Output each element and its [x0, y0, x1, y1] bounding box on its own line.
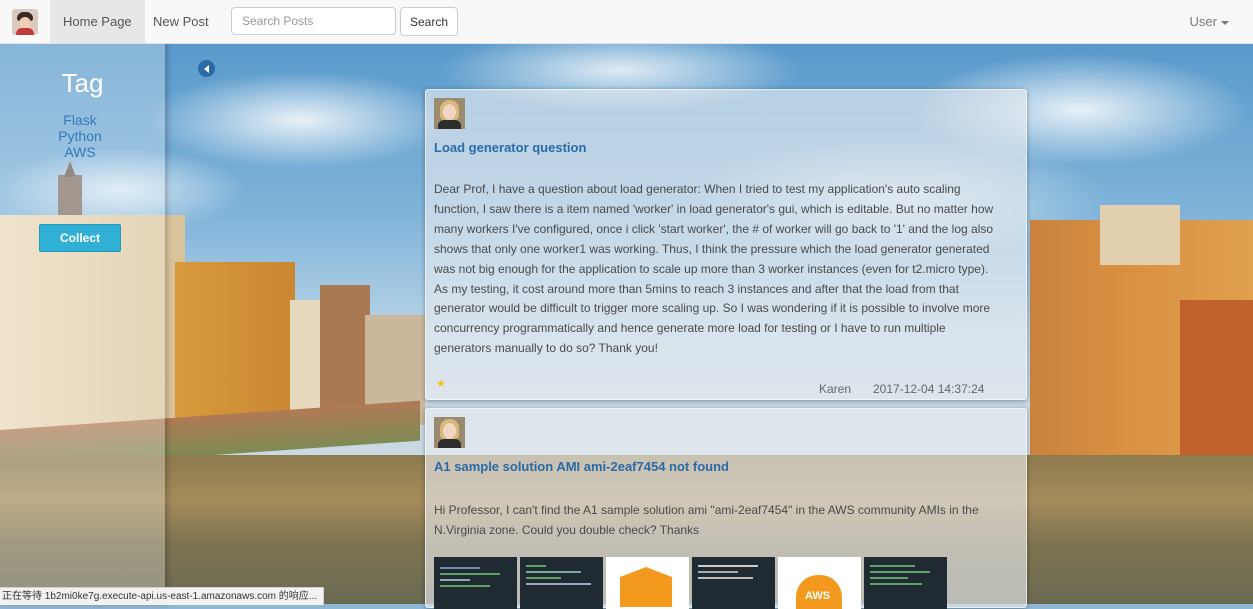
nav-new-post[interactable]: New Post: [140, 0, 222, 43]
author-avatar[interactable]: [434, 98, 465, 129]
post-body: Hi Professor, I can't find the A1 sample…: [434, 503, 979, 537]
tag-sidebar: Tag Flask Python AWS Collect: [0, 44, 165, 604]
search-button[interactable]: Search: [400, 7, 459, 36]
tag-link-flask[interactable]: Flask: [0, 112, 160, 128]
tag-link-python[interactable]: Python: [0, 128, 160, 144]
attachment-thumbnail[interactable]: [692, 557, 775, 609]
chevron-left-icon[interactable]: [198, 60, 215, 77]
star-icon[interactable]: ★: [436, 377, 446, 390]
user-label: User: [1189, 14, 1217, 29]
building: [1100, 205, 1180, 265]
post-card: Load generator question Dear Prof, I hav…: [425, 89, 1027, 400]
attachment-thumbnail[interactable]: [434, 557, 517, 609]
attachment-thumbnail[interactable]: AWS: [778, 557, 861, 609]
tag-list: Flask Python AWS: [0, 112, 160, 160]
browser-status-bar: 正在等待 1b2mi0ke7g.execute-api.us-east-1.am…: [0, 587, 325, 605]
attachment-thumbnail[interactable]: [864, 557, 947, 609]
tag-link-aws[interactable]: AWS: [0, 144, 160, 160]
avatar: [12, 8, 38, 35]
attachment-thumbnail[interactable]: [520, 557, 603, 609]
post-title[interactable]: A1 sample solution AMI ami-2eaf7454 not …: [434, 459, 729, 474]
post-body: Dear Prof, I have a question about load …: [434, 182, 994, 356]
author-avatar[interactable]: [434, 417, 465, 448]
user-dropdown[interactable]: User: [1190, 0, 1229, 43]
post-author: Karen: [819, 382, 852, 396]
navbar: Home Page New Post Search User: [0, 0, 1253, 44]
attachment-thumbnail[interactable]: [606, 557, 689, 609]
brand-logo[interactable]: [0, 0, 50, 43]
post-title[interactable]: Load generator question: [434, 140, 586, 155]
search-input[interactable]: [231, 7, 396, 35]
caret-down-icon: [1221, 20, 1229, 25]
collect-button[interactable]: Collect: [39, 224, 121, 252]
post-card: A1 sample solution AMI ami-2eaf7454 not …: [425, 408, 1027, 609]
nav-home-page[interactable]: Home Page: [50, 0, 145, 43]
sidebar-title: Tag: [61, 68, 104, 98]
post-timestamp: 2017-12-04 14:37:24: [873, 382, 985, 396]
